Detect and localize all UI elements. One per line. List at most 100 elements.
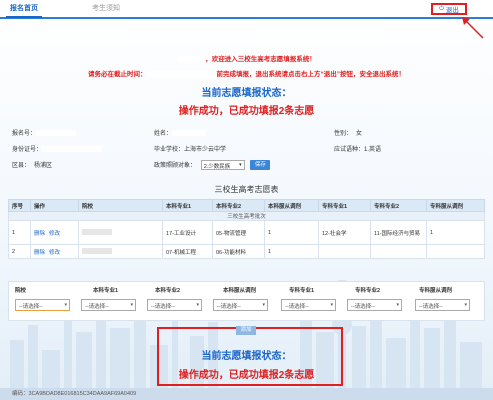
redacted-deadline (146, 70, 217, 78)
chevron-down-icon: ▾ (464, 302, 467, 308)
id-label: 身份证号： (12, 147, 43, 153)
jobey-select[interactable]: --请选择-- ▾ (415, 299, 470, 311)
delete-link[interactable]: 删除 (34, 250, 45, 256)
page: 报名首页 考生须知 ⏻ 退出 ，欢迎进入三校生高考志愿填报系统！ 请务必在截止时… (0, 0, 493, 397)
edit-link[interactable]: 修改 (49, 250, 60, 256)
row-jobey (426, 244, 485, 259)
select-placeholder: --请选择-- (419, 304, 443, 310)
th-jmajor2: 专科专业2 (370, 199, 427, 212)
th-major2: 本科专业2 (212, 199, 265, 212)
gender-value: 女 (356, 131, 363, 137)
select-placeholder: --请选择-- (19, 304, 43, 310)
add-button[interactable]: 添加 (236, 326, 256, 335)
redacted-name (177, 55, 206, 63)
welcome-line: ，欢迎进入三校生高考志愿填报系统！ (0, 53, 493, 63)
select-placeholder: --请选择-- (85, 304, 109, 310)
select-placeholder: --请选择-- (151, 304, 175, 310)
th-action: 操作 (30, 199, 79, 212)
redacted-school (82, 229, 112, 236)
reg-no-label: 报名号： (12, 131, 37, 137)
form-label-jobey: 专科服从调剂 (419, 288, 453, 294)
redacted-school (82, 248, 112, 255)
name-label: 姓名： (154, 131, 173, 137)
school-label: 毕业学校： (154, 147, 185, 153)
chevron-down-icon: ▾ (330, 302, 333, 308)
code-value: 3CA9BDAD8E016815C34DAA9AF69A0409 (28, 391, 137, 397)
batch-label: 三校生高考批次 (8, 211, 485, 221)
form-label-jmajor2: 专科专业2 (355, 288, 381, 294)
row-jmajor1: 12-社会学 (318, 220, 371, 245)
edit-link[interactable]: 修改 (49, 231, 60, 237)
lang-value: 1.英语 (364, 147, 382, 153)
row-major1: 17-工业设计 (162, 220, 213, 245)
tab-exam-notice[interactable]: 考生须知 (92, 3, 120, 13)
row-index: 1 (8, 220, 31, 245)
policy-select[interactable]: 2.少数民族 ▾ (200, 160, 245, 171)
logout-icon: ⏻ (439, 5, 444, 12)
code-label: 编码： (12, 391, 29, 397)
district-label: 区县： (12, 163, 31, 169)
row-actions: 删除 修改 (30, 220, 79, 245)
table-row: 1 删除 修改 17-工业设计 05-物流管理 1 12-社会学 11-国际经济与… (8, 220, 485, 245)
deadline-suffix: 前完成填报，退出系统请点击右上方“退出”按钮，安全退出系统！ (216, 71, 406, 78)
chevron-down-icon: ▾ (239, 162, 242, 169)
delete-link[interactable]: 删除 (34, 231, 45, 237)
status-heading: 当前志愿填报状态： (201, 88, 292, 99)
school-value: 上海市少云中学 (184, 147, 227, 153)
row-actions: 删除 修改 (30, 244, 79, 259)
redacted-name-value (172, 130, 207, 137)
major2-select[interactable]: --请选择-- ▾ (147, 299, 202, 311)
row-obey: 1 (264, 244, 319, 259)
th-school: 院校 (78, 199, 163, 212)
school-select[interactable]: --请选择-- ▾ (15, 299, 70, 311)
redacted-reg-no (36, 130, 77, 137)
row-jmajor2: 11-国际经济与贸易 (370, 220, 427, 245)
th-jmajor1: 专科专业1 (318, 199, 371, 212)
logout-label: 退出 (445, 7, 459, 14)
annotation-arrow-icon (462, 17, 484, 39)
row-obey: 1 (264, 220, 319, 245)
major1-select[interactable]: --请选择-- ▾ (81, 299, 136, 311)
table-header-row: 序号 操作 院校 本科专业1 本科专业2 本科服从调剂 专科专业1 专科专业2 … (8, 199, 485, 212)
lang-label: 应试语种： (334, 147, 365, 153)
bottom-status-text: 操作成功，已成功填报2条志愿 (178, 370, 315, 381)
form-label-jmajor1: 专科专业1 (289, 288, 315, 294)
th-obey: 本科服从调剂 (264, 199, 319, 212)
policy-label: 政策照顾对象： (154, 163, 197, 169)
save-button[interactable]: 保存 (250, 160, 271, 171)
select-placeholder: --请选择-- (285, 304, 309, 310)
policy-select-value: 2.少数民族 (203, 164, 231, 171)
form-label-school: 院校 (15, 288, 27, 294)
chevron-down-icon: ▾ (64, 302, 67, 308)
table-row: 2 删除 修改 07-机械工程 06-功能材料 1 (8, 244, 485, 259)
row-major2: 05-物流管理 (212, 220, 265, 245)
row-major1: 07-机械工程 (162, 244, 213, 259)
welcome-text: ，欢迎进入三校生高考志愿填报系统！ (205, 56, 316, 63)
th-jobey: 专科服从调剂 (426, 199, 485, 212)
district-value: 杨浦区 (34, 163, 53, 169)
row-school (78, 244, 163, 259)
add-volunteer-form: 院校 本科专业1 本科专业2 本科服从调剂 专科专业1 专科专业2 专科服从调剂… (8, 281, 485, 321)
tab-home[interactable]: 报名首页 (6, 3, 42, 18)
th-major1: 本科专业1 (162, 199, 213, 212)
row-jobey: 1 (426, 220, 485, 245)
jmajor2-select[interactable]: --请选择-- ▾ (347, 299, 402, 311)
row-jmajor1 (318, 244, 371, 259)
row-index: 2 (8, 244, 31, 259)
row-jmajor2 (370, 244, 427, 259)
deadline-prefix: 请务必在截止时间： (88, 71, 147, 78)
row-school (78, 220, 163, 245)
form-label-major1: 本科专业1 (93, 288, 119, 294)
code-line: 编码：3CA9BDAD8E016815C34DAA9AF69A0409 (12, 389, 136, 397)
status-text: 操作成功，已成功填报2条志愿 (178, 106, 315, 117)
bottom-status-heading: 当前志愿填报状态： (201, 351, 292, 362)
candidate-info: 报名号： 姓名： 性别：女 身份证号： 毕业学校：上海市少云中学 应试语种：1.… (12, 128, 482, 176)
batch-row: 三校生高考批次 (8, 211, 485, 221)
table-title: 三校生高考志愿表 (214, 185, 279, 194)
jmajor1-select[interactable]: --请选择-- ▾ (281, 299, 336, 311)
obey-select[interactable]: --请选择-- ▾ (213, 299, 268, 311)
row-major2: 06-功能材料 (212, 244, 265, 259)
select-placeholder: --请选择-- (351, 304, 375, 310)
select-placeholder: --请选择-- (217, 304, 241, 310)
form-label-obey: 本科服从调剂 (223, 288, 257, 294)
